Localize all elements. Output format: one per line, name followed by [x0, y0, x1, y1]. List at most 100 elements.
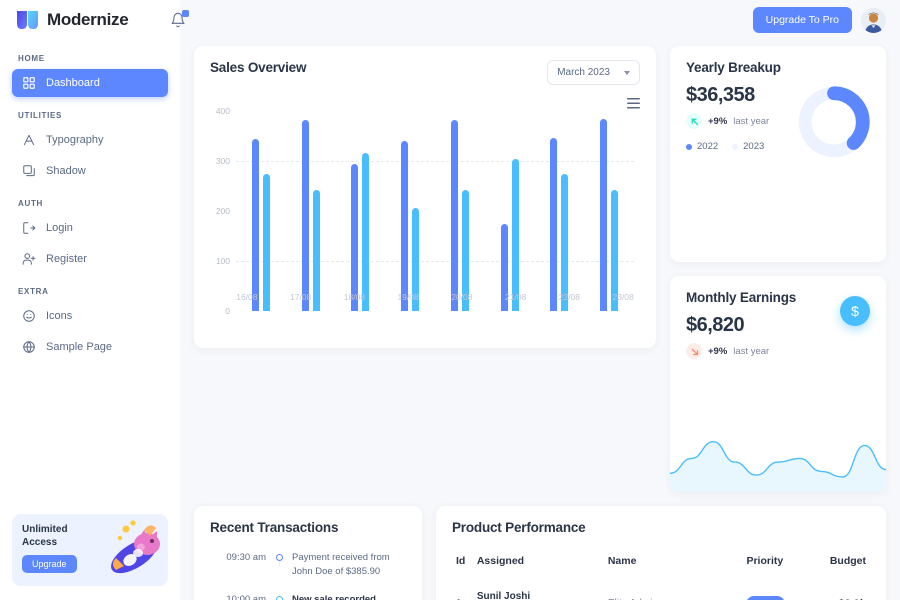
transaction-item[interactable]: 09:30 am Payment received from John Doe o… — [210, 551, 406, 593]
sidebar-item-sample-page[interactable]: Sample Page — [12, 333, 168, 361]
table-column-header: Budget — [817, 549, 870, 583]
month-select[interactable]: March 2023 — [547, 60, 640, 85]
chart-y-tick-label: 100 — [216, 256, 230, 266]
sidebar: Modernize HOME Dashboard UTILITIES Typograp… — [0, 0, 180, 600]
chart-bar[interactable] — [561, 174, 568, 311]
legend-dot — [686, 144, 692, 150]
table-column-header: Name — [604, 549, 743, 583]
sales-overview-card: Sales Overview March 2023 — [194, 46, 656, 348]
row-top: Sales Overview March 2023 — [194, 46, 886, 492]
chart-bar[interactable] — [550, 138, 557, 312]
priority-badge: Low — [746, 596, 785, 600]
cell-assigned: Sunil JoshiWeb Designer — [473, 583, 604, 600]
chart-bar[interactable] — [252, 139, 259, 312]
transaction-body: Payment received from John Doe of $385.9… — [292, 551, 406, 580]
chart-y-tick-label: 0 — [225, 306, 230, 316]
sales-bar-chart: 0100200300400 — [236, 111, 634, 311]
upgrade-to-pro-button[interactable]: Upgrade To Pro — [753, 7, 852, 33]
chart-y-tick-label: 300 — [216, 156, 230, 166]
yearly-breakup-title: Yearly Breakup — [686, 60, 870, 75]
content: Sales Overview March 2023 — [180, 40, 900, 600]
product-performance-table: IdAssignedNamePriorityBudget 1Sunil Josh… — [452, 549, 870, 600]
chart-bars — [236, 111, 634, 311]
chart-x-axis: 16/0817/0818/0819/0820/0821/0822/0823/08 — [220, 292, 650, 302]
user-avatar[interactable] — [861, 8, 886, 33]
dollar-icon: $ — [840, 296, 870, 326]
sidebar-item-register[interactable]: Register — [12, 245, 168, 273]
transaction-item[interactable]: 10:00 amNew sale recorded#ML-3467 — [210, 593, 406, 600]
chart-bar[interactable] — [600, 119, 607, 311]
typography-icon — [22, 133, 36, 147]
table-header-row: IdAssignedNamePriorityBudget — [452, 549, 870, 583]
nav-section-label: EXTRA — [12, 287, 168, 296]
nav-section-label: UTILITIES — [12, 111, 168, 120]
shadow-icon — [22, 164, 36, 178]
sidebar-item-icons[interactable]: Icons — [12, 302, 168, 330]
transaction-body: New sale recorded#ML-3467 — [292, 593, 406, 600]
cell-budget: $3.9k — [817, 583, 870, 600]
promo-upgrade-button[interactable]: Upgrade — [22, 555, 77, 573]
notification-bell-icon[interactable] — [168, 9, 190, 31]
sidebar-item-shadow[interactable]: Shadow — [12, 157, 168, 185]
transaction-time: 09:30 am — [210, 551, 266, 563]
legend-item: 2022 — [686, 141, 718, 152]
smiley-icon — [22, 309, 36, 323]
chart-bar-group — [385, 141, 435, 311]
chart-bar[interactable] — [451, 120, 458, 312]
recent-transactions-title: Recent Transactions — [210, 520, 406, 535]
sidebar-item-label: Register — [46, 253, 87, 265]
arrow-up-left-icon — [686, 113, 702, 129]
chart-bar[interactable] — [362, 153, 369, 312]
dashboard-root: Modernize HOME Dashboard UTILITIES Typograp… — [0, 0, 900, 600]
modernize-logo-icon — [16, 10, 40, 30]
chart-x-tick-label: 19/08 — [381, 292, 435, 302]
chart-bar[interactable] — [263, 174, 270, 311]
chart-y-tick-label: 200 — [216, 206, 230, 216]
topbar: Upgrade To Pro — [180, 0, 900, 40]
chart-y-tick-label: 400 — [216, 106, 230, 116]
table-row[interactable]: 1Sunil JoshiWeb DesignerElite AdminLow$3… — [452, 583, 870, 600]
sidebar-item-dashboard[interactable]: Dashboard — [12, 69, 168, 97]
transaction-text: Payment received from John Doe of $385.9… — [292, 551, 406, 580]
chart-bar[interactable] — [302, 120, 309, 312]
sidebar-item-login[interactable]: Login — [12, 214, 168, 242]
chart-bar-group — [286, 120, 336, 312]
recent-transactions-card: Recent Transactions 09:30 am Payment rece… — [194, 506, 422, 600]
legend-dot — [732, 144, 738, 150]
chart-x-tick-label: 16/08 — [220, 292, 274, 302]
topbar-right: Upgrade To Pro — [753, 7, 886, 33]
legend-label: 2022 — [697, 141, 718, 152]
chart-bar-group — [435, 120, 485, 312]
chart-x-tick-label: 20/08 — [435, 292, 489, 302]
legend-item: 2023 — [732, 141, 764, 152]
cell-id-wrap: 1 — [452, 583, 473, 600]
nav-section-label: HOME — [12, 54, 168, 63]
chart-bar[interactable] — [351, 164, 358, 312]
chart-bar-group — [584, 119, 634, 311]
chart-bar[interactable] — [401, 141, 408, 311]
month-select-value: March 2023 — [557, 67, 610, 78]
product-performance-card: Product Performance IdAssignedNamePriori… — [436, 506, 886, 600]
chart-bar[interactable] — [512, 159, 519, 311]
yearly-breakup-delta-sub: last year — [733, 116, 769, 127]
sidebar-item-label: Shadow — [46, 165, 86, 177]
yearly-breakup-card: Yearly Breakup $36,358 +9% last year 20 — [670, 46, 886, 262]
transactions-timeline: 09:30 am Payment received from John Doe o… — [210, 551, 406, 600]
monthly-earnings-delta-sub: last year — [733, 346, 769, 357]
brand[interactable]: Modernize — [12, 0, 168, 40]
sidebar-item-label: Typography — [46, 134, 103, 146]
sidebar-item-typography[interactable]: Typography — [12, 126, 168, 154]
table-body: 1Sunil JoshiWeb DesignerElite AdminLow$3… — [452, 583, 870, 600]
sales-overview-title: Sales Overview — [210, 60, 306, 75]
transaction-marker — [266, 593, 292, 600]
right-stat-column: Yearly Breakup $36,358 +9% last year 20 — [670, 46, 886, 492]
chart-x-tick-label: 22/08 — [543, 292, 597, 302]
login-icon — [22, 221, 36, 235]
table-column-header: Id — [452, 549, 473, 583]
product-performance-title: Product Performance — [452, 520, 870, 535]
transaction-dot-icon — [276, 554, 283, 561]
brand-name: Modernize — [47, 10, 128, 30]
monthly-earnings-delta: +9% last year — [686, 343, 870, 359]
table-column-header: Assigned — [473, 549, 604, 583]
chart-x-tick-label: 23/08 — [596, 292, 650, 302]
